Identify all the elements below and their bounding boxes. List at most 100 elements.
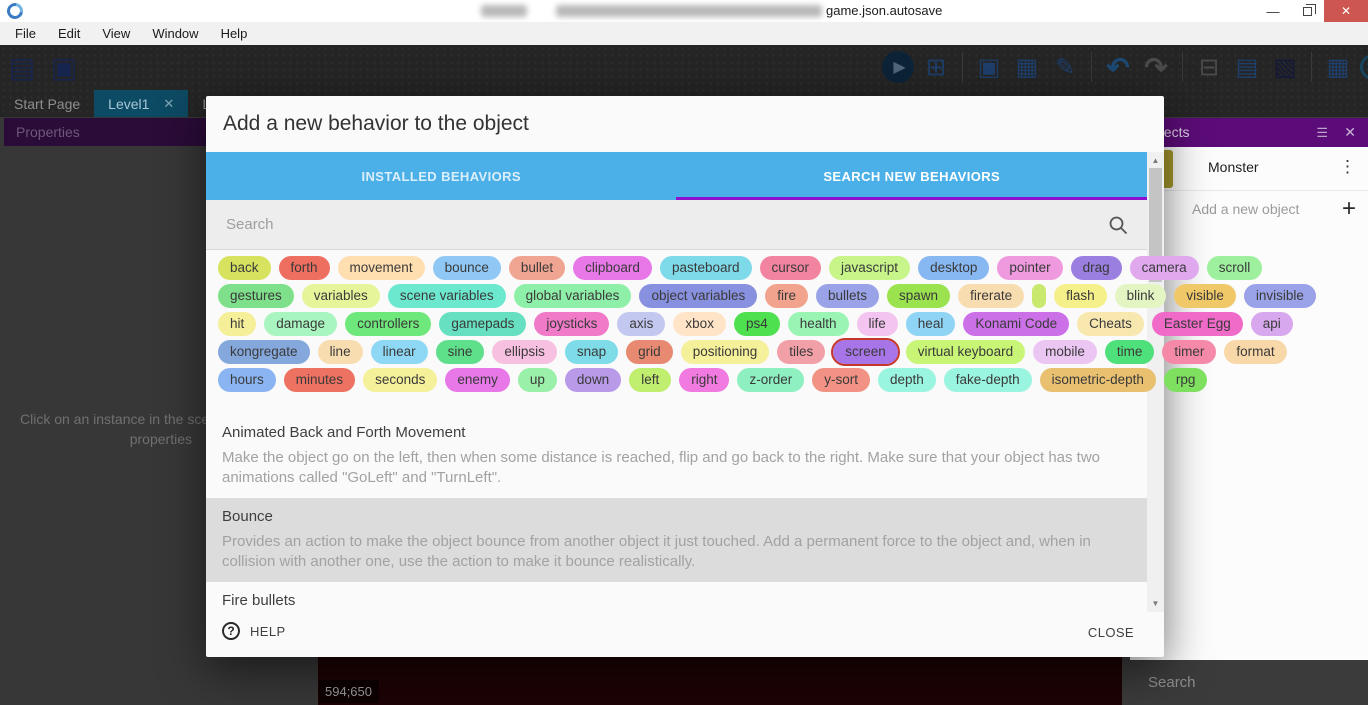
object-menu-icon[interactable]: ⋮ [1339, 157, 1356, 177]
start-page-icon[interactable]: ▣ [48, 48, 80, 86]
tag-chip-left[interactable]: left [629, 368, 671, 392]
tag-chip-time[interactable]: time [1105, 340, 1155, 364]
debug-icon[interactable]: ⊞ [920, 48, 952, 86]
tag-chip-heal[interactable]: heal [906, 312, 956, 336]
tag-chip-linear[interactable]: linear [371, 340, 428, 364]
tag-chip-desktop[interactable]: desktop [918, 256, 989, 280]
tag-chip-isometric-depth[interactable]: isometric-depth [1040, 368, 1156, 392]
help-button[interactable]: ? HELP [222, 622, 286, 640]
tag-chip-sine[interactable]: sine [436, 340, 485, 364]
tag-chip-cheats[interactable]: Cheats [1077, 312, 1144, 336]
tag-chip-easter-egg[interactable]: Easter Egg [1152, 312, 1243, 336]
filter-icon[interactable]: ☰ [1316, 118, 1328, 147]
tag-chip-fire[interactable]: fire [765, 284, 808, 308]
tag-chip[interactable] [1032, 284, 1046, 308]
editor-tab-start-page[interactable]: Start Page [0, 90, 94, 117]
layers-icon[interactable]: ▧ [1269, 48, 1301, 86]
tag-chip-virtual-keyboard[interactable]: virtual keyboard [906, 340, 1025, 364]
tag-chip-gestures[interactable]: gestures [218, 284, 294, 308]
tag-chip-grid[interactable]: grid [626, 340, 673, 364]
tag-chip-flash[interactable]: flash [1054, 284, 1107, 308]
tag-chip-timer[interactable]: timer [1162, 340, 1216, 364]
tag-chip-screen[interactable]: screen [833, 340, 898, 364]
tag-chip-z-order[interactable]: z-order [737, 368, 804, 392]
tag-chip-fake-depth[interactable]: fake-depth [944, 368, 1032, 392]
minimize-button[interactable]: — [1256, 0, 1290, 22]
tag-chip-bullets[interactable]: bullets [816, 284, 879, 308]
project-manager-icon[interactable]: ▤ [6, 48, 38, 86]
tag-chip-life[interactable]: life [857, 312, 898, 336]
close-window-button[interactable]: ✕ [1324, 0, 1368, 22]
tag-chip-blink[interactable]: blink [1115, 284, 1167, 308]
tag-chip-tiles[interactable]: tiles [777, 340, 825, 364]
instances-list-icon[interactable]: ▤ [1231, 48, 1263, 86]
undo-icon[interactable]: ↶ [1102, 48, 1134, 86]
tag-chip-global-variables[interactable]: global variables [514, 284, 632, 308]
redo-icon[interactable]: ↷ [1140, 48, 1172, 86]
objects-search-input[interactable] [1146, 673, 1349, 692]
behavior-item-fire-bullets[interactable]: Fire bulletsAllow the object to fire bul… [206, 582, 1147, 612]
tag-chip-seconds[interactable]: seconds [363, 368, 437, 392]
tag-chip-right[interactable]: right [679, 368, 729, 392]
tag-chip-scene-variables[interactable]: scene variables [388, 284, 506, 308]
tag-chip-scroll[interactable]: scroll [1207, 256, 1263, 280]
tag-chip-minutes[interactable]: minutes [284, 368, 355, 392]
tag-chip-spawn[interactable]: spawn [887, 284, 950, 308]
menu-item-file[interactable]: File [4, 26, 47, 41]
tag-chip-konami-code[interactable]: Konami Code [963, 312, 1069, 336]
tag-chip-ps4[interactable]: ps4 [734, 312, 780, 336]
tag-chip-back[interactable]: back [218, 256, 271, 280]
zoom-original-icon[interactable]: 1:1 [1360, 54, 1368, 80]
tag-chip-y-sort[interactable]: y-sort [812, 368, 870, 392]
tag-chip-hit[interactable]: hit [218, 312, 256, 336]
tag-chip-forth[interactable]: forth [279, 256, 330, 280]
tag-chip-invisible[interactable]: invisible [1244, 284, 1316, 308]
tag-chip-object-variables[interactable]: object variables [639, 284, 757, 308]
edit-scene-icon[interactable]: ✎ [1049, 48, 1081, 86]
menu-item-window[interactable]: Window [141, 26, 209, 41]
dialog-tab-installed-behaviors[interactable]: INSTALLED BEHAVIORS [206, 152, 677, 200]
close-tab-icon[interactable]: ✕ [163, 96, 174, 112]
tag-chip-clipboard[interactable]: clipboard [573, 256, 652, 280]
menu-item-view[interactable]: View [91, 26, 141, 41]
behavior-search-input[interactable] [224, 215, 1107, 234]
dialog-tab-search-new-behaviors[interactable]: SEARCH NEW BEHAVIORS [677, 152, 1148, 200]
tag-chip-hours[interactable]: hours [218, 368, 276, 392]
tag-chip-camera[interactable]: camera [1130, 256, 1199, 280]
behavior-item-animated-back-and-forth-movement[interactable]: Animated Back and Forth MovementMake the… [206, 414, 1147, 498]
tag-chip-pointer[interactable]: pointer [997, 256, 1062, 280]
tag-chip-firerate[interactable]: firerate [958, 284, 1024, 308]
plus-icon[interactable]: + [1342, 195, 1356, 223]
add-object-icon[interactable]: ▣ [973, 48, 1005, 86]
object-groups-icon[interactable]: ▦ [1011, 48, 1043, 86]
tag-chip-kongregate[interactable]: kongregate [218, 340, 310, 364]
add-object-row[interactable]: Add a new object + [1130, 191, 1368, 229]
tag-chip-positioning[interactable]: positioning [681, 340, 770, 364]
tag-chip-pasteboard[interactable]: pasteboard [660, 256, 752, 280]
close-drawer-icon[interactable]: ✕ [1344, 118, 1356, 147]
tag-chip-down[interactable]: down [565, 368, 621, 392]
tag-chip-depth[interactable]: depth [878, 368, 936, 392]
menu-item-edit[interactable]: Edit [47, 26, 91, 41]
tag-chip-damage[interactable]: damage [264, 312, 337, 336]
tag-chip-xbox[interactable]: xbox [673, 312, 726, 336]
tag-chip-format[interactable]: format [1224, 340, 1286, 364]
editor-tab-level1[interactable]: Level1✕ [94, 90, 188, 117]
tag-chip-gamepads[interactable]: gamepads [439, 312, 526, 336]
tag-chip-visible[interactable]: visible [1174, 284, 1236, 308]
tag-chip-movement[interactable]: movement [338, 256, 425, 280]
object-list-item[interactable]: Monster ⋮ [1130, 147, 1368, 191]
grid-icon[interactable]: ▦ [1322, 48, 1354, 86]
tag-chip-joysticks[interactable]: joysticks [534, 312, 609, 336]
tag-chip-axis[interactable]: axis [617, 312, 665, 336]
tag-chip-drag[interactable]: drag [1071, 256, 1122, 280]
tag-chip-snap[interactable]: snap [565, 340, 618, 364]
tag-chip-up[interactable]: up [518, 368, 557, 392]
scroll-up-icon[interactable]: ▲ [1147, 156, 1164, 165]
tag-chip-controllers[interactable]: controllers [345, 312, 431, 336]
tag-chip-rpg[interactable]: rpg [1164, 368, 1208, 392]
tag-chip-line[interactable]: line [318, 340, 363, 364]
restore-button[interactable] [1290, 0, 1324, 22]
behavior-item-bounce[interactable]: BounceProvides an action to make the obj… [206, 498, 1147, 582]
menu-item-help[interactable]: Help [210, 26, 259, 41]
